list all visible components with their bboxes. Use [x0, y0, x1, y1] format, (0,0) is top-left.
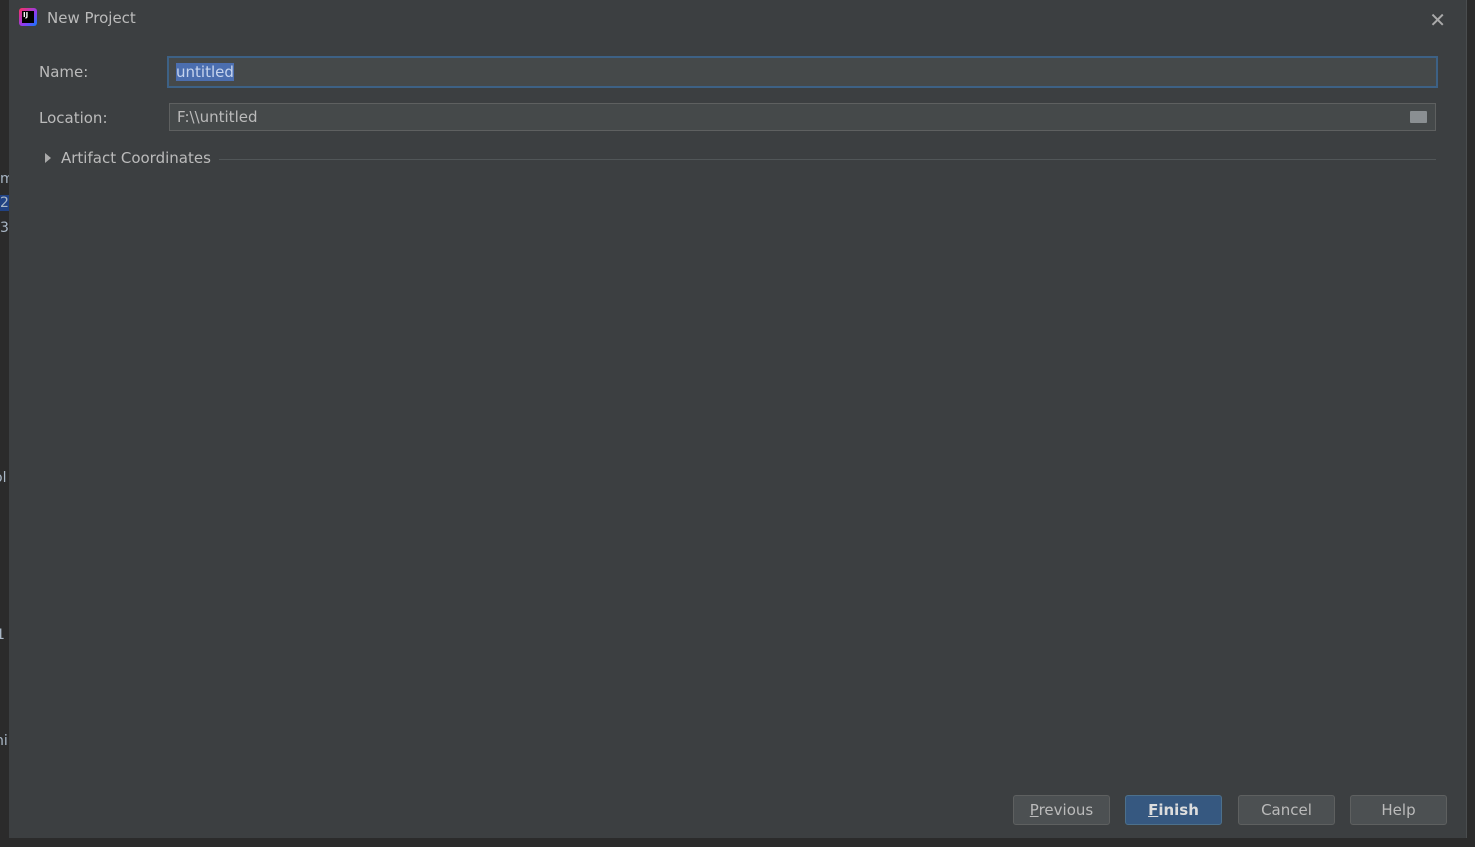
mnemonic: P [1029, 801, 1039, 819]
location-input-value: F:\\untitled [177, 108, 258, 126]
intellij-app-icon: IJ [19, 8, 37, 26]
previous-button[interactable]: Previous [1013, 795, 1110, 825]
finish-button[interactable]: Finish [1125, 795, 1222, 825]
button-label: revious [1038, 801, 1094, 819]
browse-folder-icon[interactable] [1410, 111, 1427, 123]
section-divider [219, 159, 1436, 160]
location-input[interactable]: F:\\untitled [169, 103, 1436, 131]
artifact-coordinates-toggle[interactable]: Artifact Coordinates [45, 149, 211, 167]
name-label: Name: [39, 63, 89, 81]
background-editor-text: 1 [0, 627, 5, 643]
app-icon-text: IJ [22, 11, 34, 23]
background-editor-text: 2 [0, 195, 9, 211]
dialog-title: New Project [47, 9, 136, 27]
button-label: inish [1158, 801, 1199, 819]
new-project-dialog: IJ New Project ✕ Name: untitled Location… [9, 0, 1467, 838]
help-button[interactable]: Help [1350, 795, 1447, 825]
title-bar: IJ New Project ✕ [9, 0, 1466, 36]
close-icon[interactable]: ✕ [1429, 8, 1446, 32]
mnemonic: F [1148, 801, 1159, 819]
background-editor-text: ni [0, 733, 8, 749]
background-editor-text: ol [0, 470, 7, 486]
name-input[interactable]: untitled [167, 56, 1438, 88]
location-label: Location: [39, 109, 108, 127]
expand-triangle-icon [45, 153, 51, 163]
background-editor-text: 3 [0, 220, 9, 236]
name-input-value: untitled [176, 63, 234, 81]
artifact-coordinates-label: Artifact Coordinates [61, 149, 211, 167]
cancel-button[interactable]: Cancel [1238, 795, 1335, 825]
